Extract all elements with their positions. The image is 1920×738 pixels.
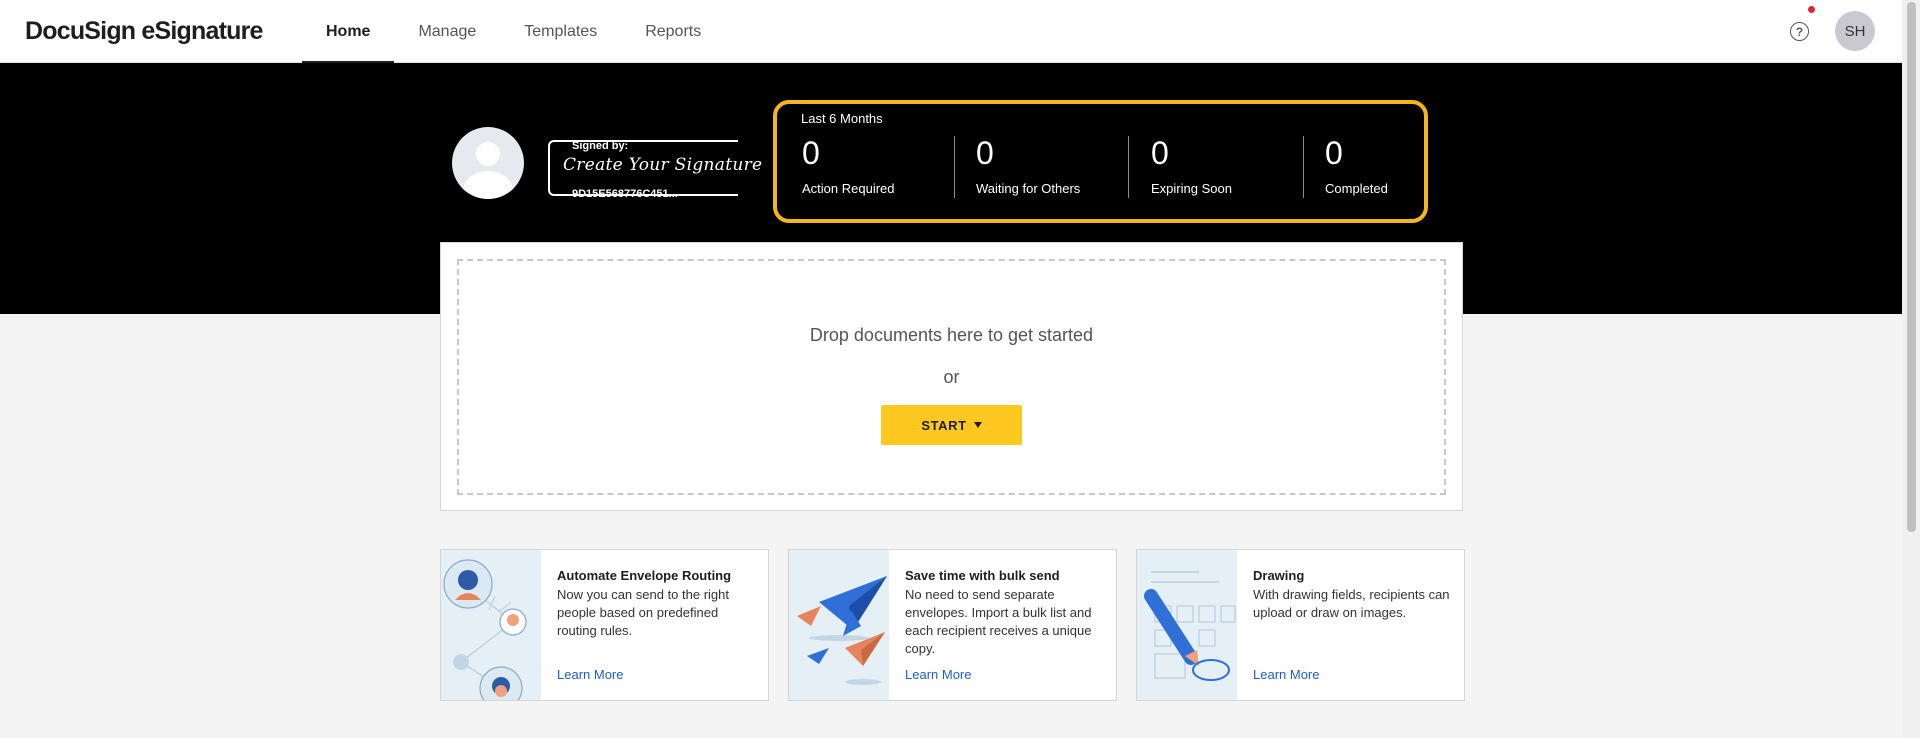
learn-more-link[interactable]: Learn More bbox=[1253, 667, 1319, 682]
avatar-head-shape bbox=[476, 142, 500, 166]
card-envelope-routing: Automate Envelope Routing Now you can se… bbox=[440, 549, 769, 701]
card-bulk-send: Save time with bulk send No need to send… bbox=[788, 549, 1117, 701]
main-tabs: Home Manage Templates Reports bbox=[302, 0, 725, 64]
drawing-illustration bbox=[1137, 550, 1237, 700]
stat-value: 0 bbox=[976, 135, 994, 171]
tab-manage[interactable]: Manage bbox=[394, 0, 500, 63]
card-title: Save time with bulk send bbox=[905, 568, 1060, 583]
stat-divider bbox=[1128, 136, 1129, 198]
help-icon[interactable]: ? bbox=[1790, 22, 1809, 41]
top-nav: DocuSign eSignature Home Manage Template… bbox=[0, 0, 1902, 64]
card-description: With drawing fields, recipients can uplo… bbox=[1253, 587, 1450, 620]
stat-label: Completed bbox=[1325, 181, 1388, 196]
stat-divider bbox=[1303, 136, 1304, 198]
stat-label: Waiting for Others bbox=[976, 181, 1081, 196]
paper-plane-illustration bbox=[789, 550, 889, 700]
card-title: Drawing bbox=[1253, 568, 1305, 583]
stat-label: Action Required bbox=[802, 181, 895, 196]
card-title: Automate Envelope Routing bbox=[557, 568, 732, 583]
routing-illustration bbox=[441, 550, 541, 700]
start-button[interactable]: START bbox=[881, 405, 1022, 445]
card-description: Now you can send to the right people bas… bbox=[557, 587, 729, 638]
avatar-body-shape bbox=[463, 171, 513, 199]
tab-templates[interactable]: Templates bbox=[500, 0, 621, 63]
learn-more-link[interactable]: Learn More bbox=[557, 667, 623, 682]
tab-reports[interactable]: Reports bbox=[621, 0, 725, 63]
scrollbar-thumb[interactable] bbox=[1907, 2, 1916, 532]
or-separator: or bbox=[943, 367, 960, 387]
notification-dot bbox=[1808, 6, 1815, 13]
stat-value: 0 bbox=[802, 135, 820, 171]
card-description: No need to send separate envelopes. Impo… bbox=[905, 587, 1092, 656]
tab-home[interactable]: Home bbox=[302, 0, 395, 64]
stats-title: Last 6 Months bbox=[801, 111, 883, 126]
stat-completed[interactable]: 0 Completed bbox=[1325, 135, 1495, 197]
user-avatar-button[interactable]: SH bbox=[1835, 11, 1875, 51]
signed-by-label: Signed by: bbox=[572, 140, 629, 152]
stat-action-required[interactable]: 0 Action Required bbox=[802, 135, 972, 197]
stat-expiring-soon[interactable]: 0 Expiring Soon bbox=[1151, 135, 1321, 197]
stat-divider bbox=[954, 136, 955, 198]
docusign-logo[interactable]: DocuSign eSignature bbox=[25, 17, 263, 46]
stat-value: 0 bbox=[1325, 135, 1343, 171]
card-drawing: Drawing With drawing fields, recipients … bbox=[1136, 549, 1465, 701]
caret-down-icon bbox=[973, 422, 982, 428]
start-button-label: START bbox=[921, 417, 967, 433]
drop-instructions: Drop documents here to get started bbox=[809, 325, 1094, 345]
stat-value: 0 bbox=[1151, 135, 1169, 171]
learn-more-link[interactable]: Learn More bbox=[905, 667, 971, 682]
signature-script[interactable]: Create Your Signature bbox=[563, 155, 762, 175]
signature-id: 9D15E568776C451... bbox=[572, 188, 678, 200]
stat-waiting-for-others[interactable]: 0 Waiting for Others bbox=[976, 135, 1146, 197]
profile-avatar[interactable] bbox=[452, 127, 524, 199]
stat-label: Expiring Soon bbox=[1151, 181, 1232, 196]
page-scrollbar[interactable] bbox=[1902, 0, 1920, 738]
